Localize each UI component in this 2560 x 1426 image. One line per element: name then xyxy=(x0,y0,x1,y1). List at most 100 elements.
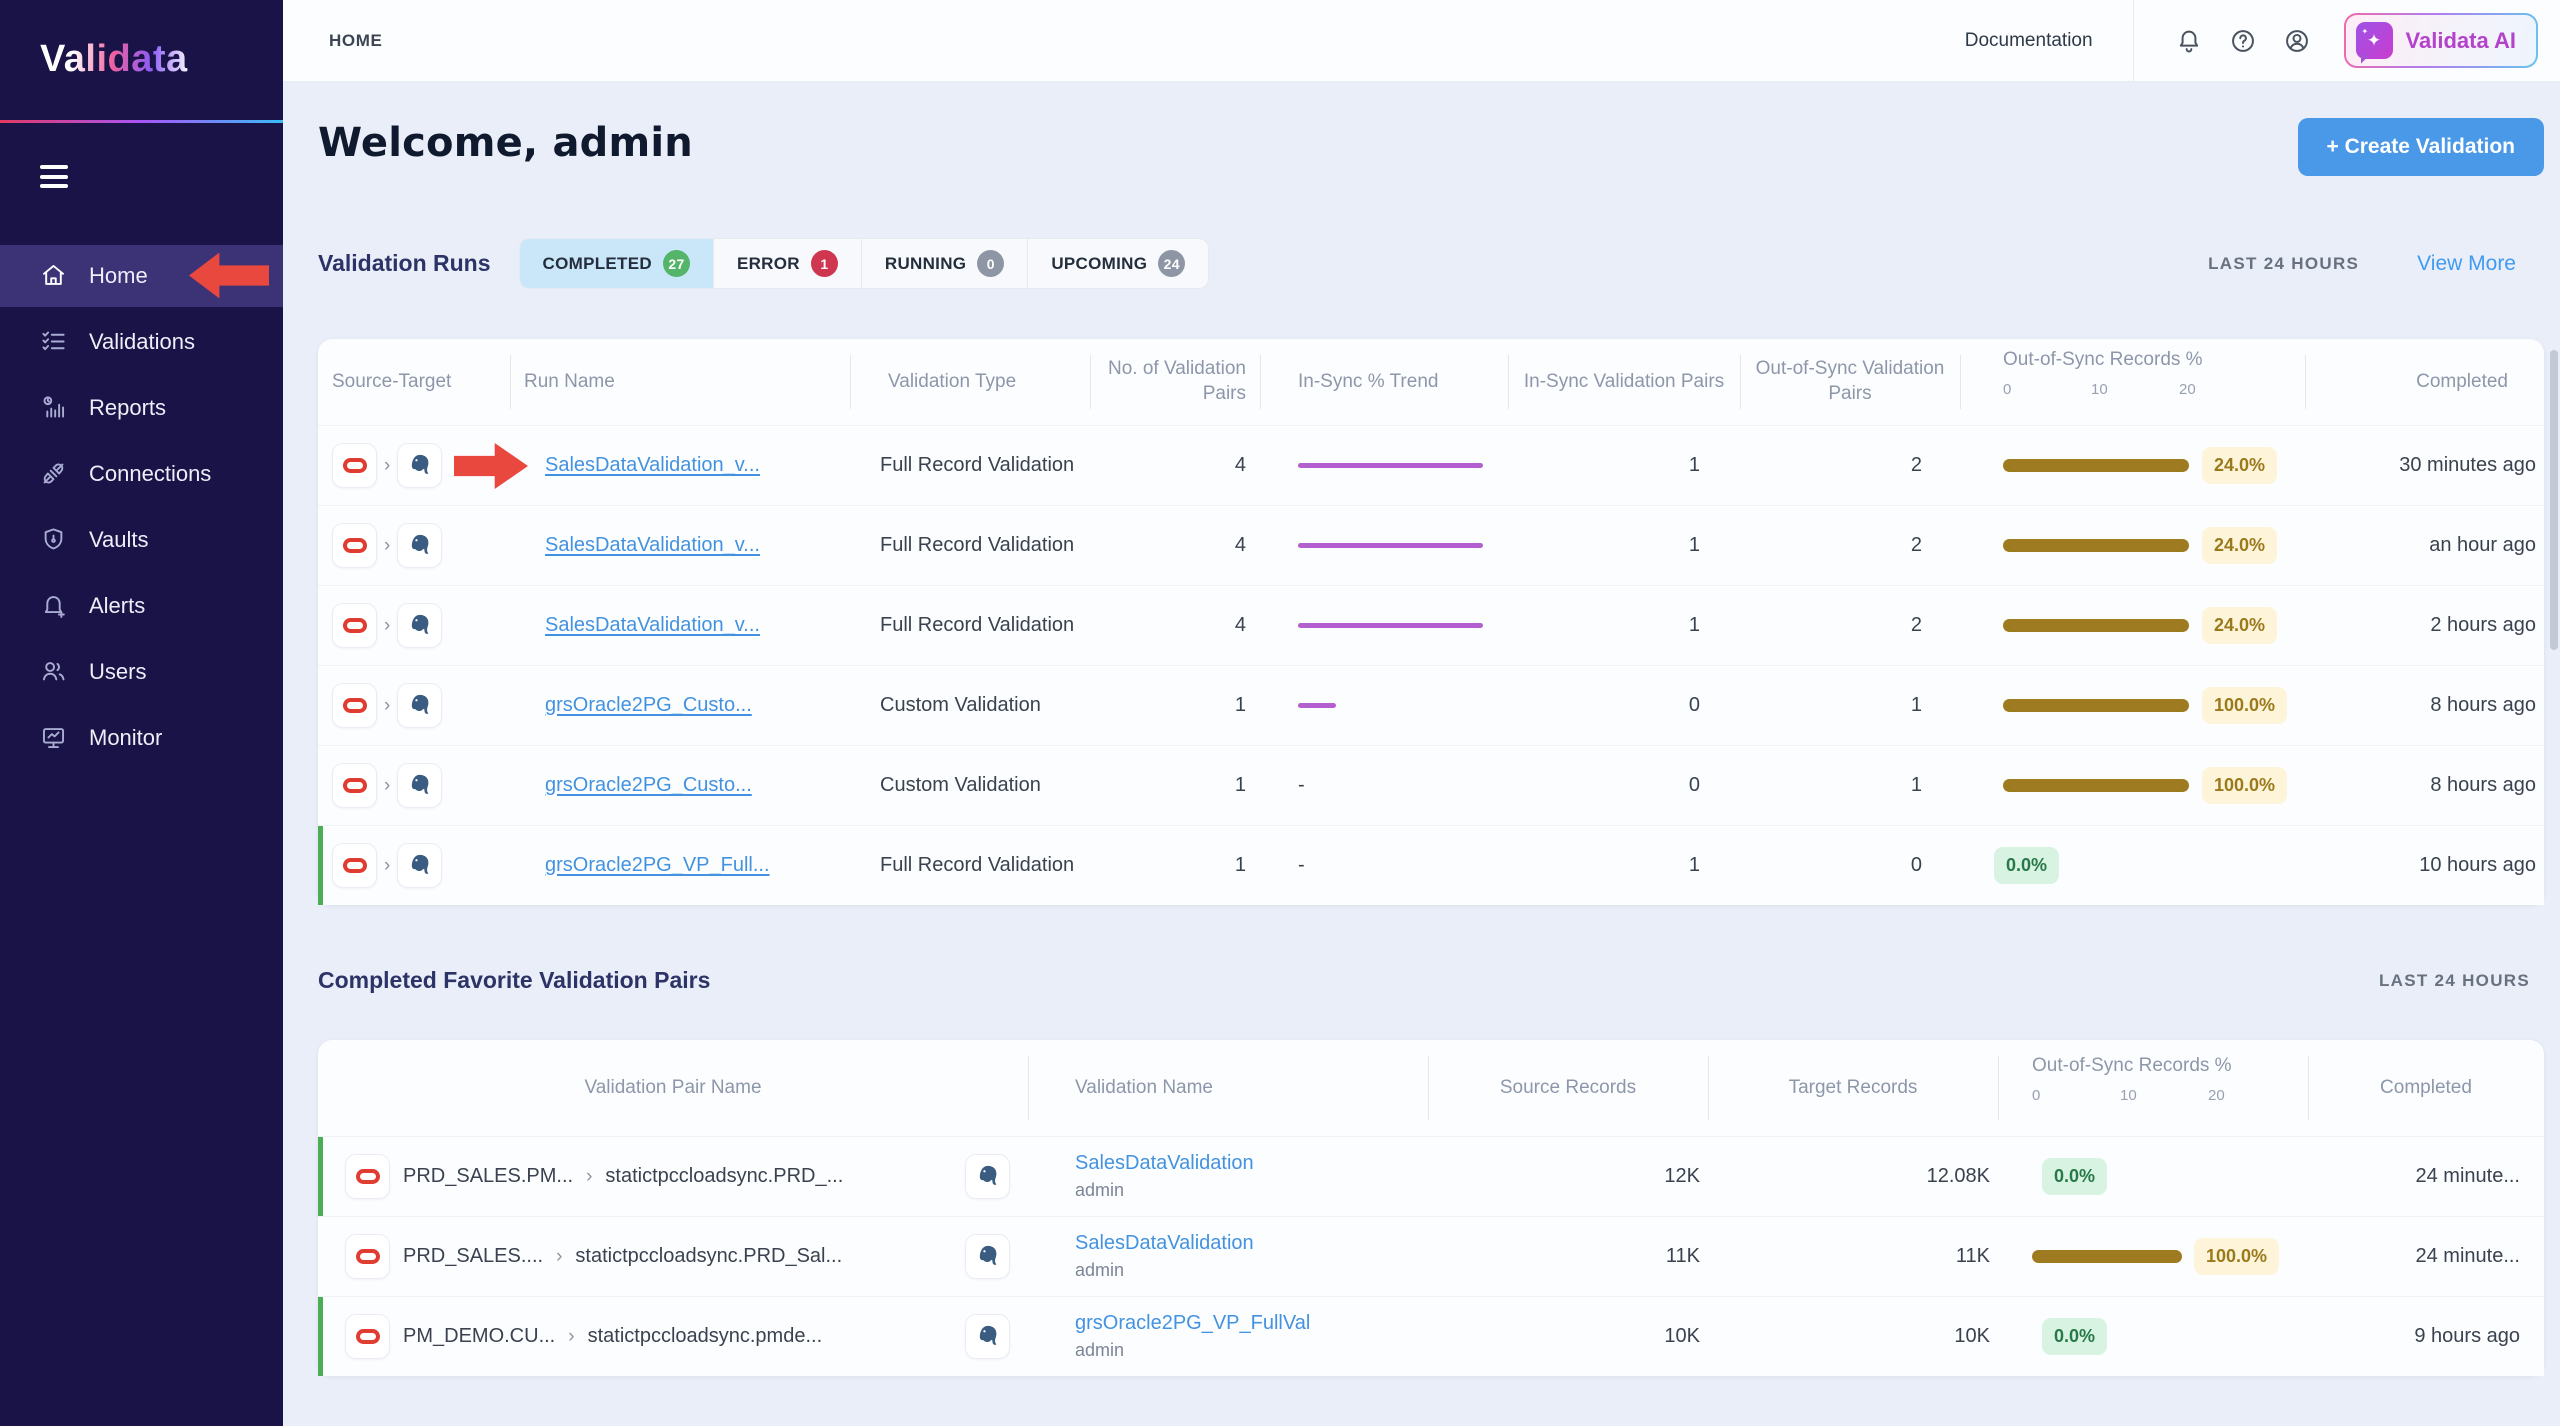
tab-running[interactable]: RUNNING 0 xyxy=(861,239,1027,288)
breadcrumb[interactable]: HOME xyxy=(329,31,382,51)
table-row: › SalesDataValidation_v... Full Record V… xyxy=(318,585,2544,665)
alerts-icon xyxy=(40,592,67,619)
postgresql-icon xyxy=(397,763,442,808)
table-row: PRD_SALES.PM... › statictpccloadsync.PRD… xyxy=(318,1136,2544,1216)
source-records-cell: 11K xyxy=(1428,1245,1708,1268)
view-more-link[interactable]: View More xyxy=(2417,252,2516,276)
col-pair-name: Validation Pair Name xyxy=(318,1040,1028,1136)
table-row: › grsOracle2PG_Custo... Custom Validatio… xyxy=(318,665,2544,745)
running-count-badge: 0 xyxy=(977,250,1004,277)
monitor-icon xyxy=(40,724,67,751)
chevron-right-icon: › xyxy=(384,775,390,797)
sidebar-item-label: Connections xyxy=(89,461,211,487)
chevron-right-icon: › xyxy=(384,855,390,877)
sidebar-item-connections[interactable]: Connections xyxy=(0,443,283,505)
page-content: Welcome, admin + Create Validation Valid… xyxy=(283,82,2560,1426)
run-name-link[interactable]: SalesDataValidation_v... xyxy=(545,534,760,556)
pair-name-cell: PM_DEMO.CU... › statictpccloadsync.pmde.… xyxy=(318,1314,1028,1359)
tab-error[interactable]: ERROR 1 xyxy=(713,239,861,288)
oos-axis: 01020 xyxy=(2032,1086,2232,1122)
source-target-cell: › xyxy=(318,683,510,728)
col-oos-records: Out-of-Sync Records % 01020 xyxy=(1960,339,2305,425)
tab-completed[interactable]: COMPLETED 27 xyxy=(520,239,713,288)
completed-cell: an hour ago xyxy=(2305,534,2544,557)
chevron-right-icon: › xyxy=(384,615,390,637)
run-name-link[interactable]: SalesDataValidation_v... xyxy=(545,614,760,636)
favorites-section-title: Completed Favorite Validation Pairs xyxy=(318,967,710,994)
sidebar-item-label: Monitor xyxy=(89,725,162,751)
validation-name-link[interactable]: SalesDataValidation xyxy=(1075,1152,1254,1174)
oracle-icon xyxy=(332,603,377,648)
oos-cell: 0.0% xyxy=(1998,1158,2308,1195)
help-button[interactable] xyxy=(2229,27,2257,55)
run-name-link[interactable]: grsOracle2PG_Custo... xyxy=(545,694,752,716)
oos-percent-badge: 24.0% xyxy=(2202,447,2277,484)
postgresql-icon xyxy=(965,1314,1010,1359)
create-validation-button[interactable]: + Create Validation xyxy=(2298,118,2545,176)
oos-percent-badge: 24.0% xyxy=(2202,527,2277,564)
trend-cell xyxy=(1260,463,1508,468)
sidebar-item-monitor[interactable]: Monitor xyxy=(0,707,283,769)
oos-bar xyxy=(2032,1250,2182,1263)
pair-target: statictpccloadsync.PRD_... xyxy=(605,1165,843,1188)
validation-type-cell: Full Record Validation xyxy=(850,854,1090,877)
sidebar-item-validations[interactable]: Validations xyxy=(0,311,283,373)
insync-cell: 1 xyxy=(1508,534,1740,557)
oos-axis: 01020 xyxy=(2003,380,2203,416)
col-validation-name: Validation Name xyxy=(1028,1040,1428,1136)
page-scrollbar[interactable] xyxy=(2550,350,2558,650)
notifications-button[interactable] xyxy=(2175,27,2203,55)
gradient-divider xyxy=(0,120,283,123)
run-name-link[interactable]: grsOracle2PG_Custo... xyxy=(545,774,752,796)
oos-bar xyxy=(2003,779,2189,792)
run-name-link[interactable]: SalesDataValidation_v... xyxy=(545,454,760,476)
account-button[interactable] xyxy=(2283,27,2311,55)
oos-records-label: Out-of-Sync Records % xyxy=(2003,348,2291,373)
sidebar-item-users[interactable]: Users xyxy=(0,641,283,703)
trend-sparkline xyxy=(1298,623,1483,628)
completed-cell: 10 hours ago xyxy=(2305,854,2544,877)
col-oos-records: Out-of-Sync Records % 01020 xyxy=(1998,1040,2308,1136)
col-source-target: Source-Target xyxy=(318,339,510,425)
validation-runs-toolbar: Validation Runs COMPLETED 27 ERROR 1 RUN… xyxy=(318,238,2544,289)
runs-section-title: Validation Runs xyxy=(318,250,491,277)
bell-icon xyxy=(2175,27,2203,55)
col-outofsync-pairs: Out-of-Sync Validation Pairs xyxy=(1740,339,1960,425)
trend-cell xyxy=(1260,623,1508,628)
oos-percent-badge: 0.0% xyxy=(2042,1158,2107,1195)
sidebar-nav: Home Validations Reports Connections Vau… xyxy=(0,245,283,769)
validation-name-link[interactable]: SalesDataValidation xyxy=(1075,1232,1254,1254)
hamburger-menu-icon[interactable] xyxy=(40,165,68,194)
insync-cell: 0 xyxy=(1508,694,1740,717)
oracle-icon xyxy=(345,1154,390,1199)
outsync-cell: 1 xyxy=(1740,774,1960,797)
sidebar-item-home[interactable]: Home xyxy=(0,245,283,307)
error-count-badge: 1 xyxy=(811,250,838,277)
owner-label: admin xyxy=(1075,1180,1124,1200)
trend-cell xyxy=(1260,703,1508,708)
num-pairs-cell: 1 xyxy=(1090,854,1260,877)
validation-type-cell: Full Record Validation xyxy=(850,614,1090,637)
source-records-cell: 10K xyxy=(1428,1325,1708,1348)
validation-name-link[interactable]: grsOracle2PG_VP_FullVal xyxy=(1075,1312,1310,1334)
oos-bar xyxy=(2003,459,2189,472)
tab-upcoming[interactable]: UPCOMING 24 xyxy=(1027,239,1208,288)
oos-percent-badge: 24.0% xyxy=(2202,607,2277,644)
completed-cell: 8 hours ago xyxy=(2305,774,2544,797)
table-row: › SalesDataValidation_v... Full Record V… xyxy=(318,505,2544,585)
runs-table-header: Source-Target Run Name Validation Type N… xyxy=(318,339,2544,425)
sidebar-item-alerts[interactable]: Alerts xyxy=(0,575,283,637)
documentation-link[interactable]: Documentation xyxy=(1965,30,2093,52)
col-insync-trend: In-Sync % Trend xyxy=(1260,339,1508,425)
sidebar-item-reports[interactable]: Reports xyxy=(0,377,283,439)
outsync-cell: 2 xyxy=(1740,534,1960,557)
validata-ai-button[interactable]: ✦✦ Validata AI xyxy=(2344,13,2538,68)
postgresql-icon xyxy=(965,1234,1010,1279)
page-title: Welcome, admin xyxy=(318,120,693,166)
sidebar-item-vaults[interactable]: Vaults xyxy=(0,509,283,571)
topbar-divider xyxy=(2133,0,2134,82)
oracle-icon xyxy=(345,1234,390,1279)
source-target-cell: › xyxy=(318,603,510,648)
app-root: Validata Home Validations Reports Connec… xyxy=(0,0,2560,1426)
run-name-link[interactable]: grsOracle2PG_VP_Full... xyxy=(545,854,770,876)
